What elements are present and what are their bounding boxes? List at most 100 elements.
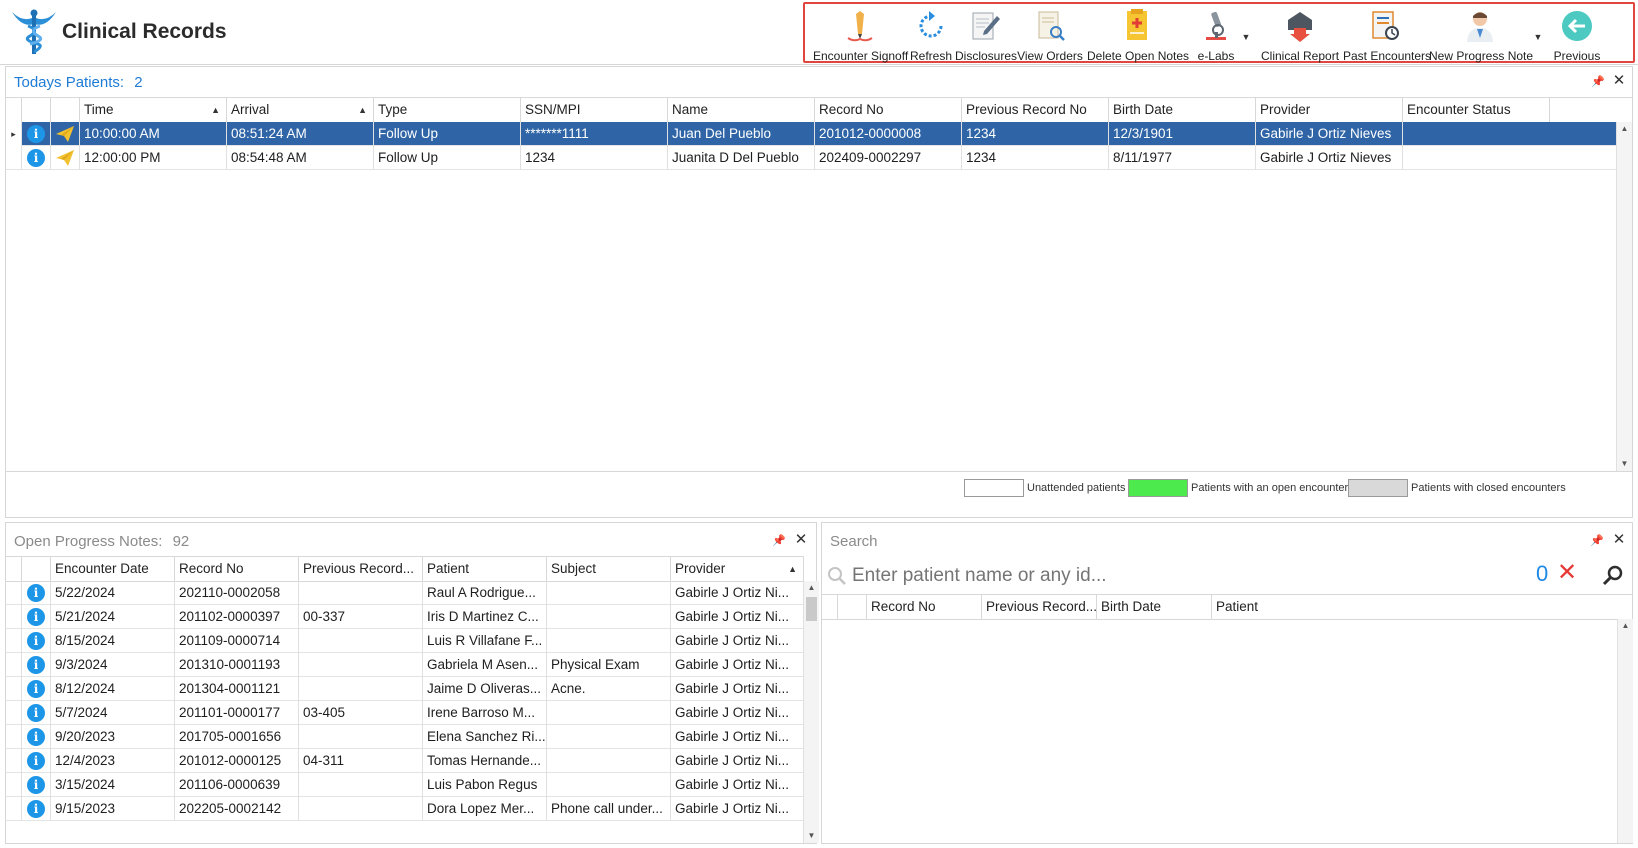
previous-record-cell — [299, 797, 423, 821]
column-header-previous-record[interactable]: Previous Record... — [982, 595, 1097, 619]
patient-search-input[interactable] — [852, 563, 1492, 589]
table-row[interactable]: i 12/4/2023 201012-0000125 04-311 Tomas Hern… — [6, 749, 804, 773]
info-cell[interactable]: i — [22, 605, 51, 629]
todays-patients-panel: Todays Patients: 2 📌 ✕ Time ▲ Arrival ▲ Ty… — [5, 66, 1633, 518]
search-go-icon[interactable] — [1602, 565, 1624, 587]
delete-open-notes-label: Delete Open Notes — [1087, 49, 1190, 63]
info-icon: i — [27, 656, 45, 674]
open-progress-notes-rows: i 5/22/2024 202110-0002058 Raul A Rodrigue.… — [6, 581, 804, 843]
column-header-patient[interactable]: Patient — [423, 557, 547, 581]
column-header-record-no[interactable]: Record No — [175, 557, 299, 581]
table-row[interactable]: i 8/15/2024 201109-0000714 Luis R Villafane… — [6, 629, 804, 653]
column-header-previous-record-no[interactable]: Previous Record No — [962, 98, 1109, 122]
todays-patients-title: Todays Patients: 2 — [14, 74, 143, 91]
info-column-header — [22, 98, 51, 122]
column-header-birth-date[interactable]: Birth Date — [1097, 595, 1212, 619]
info-cell[interactable]: i — [22, 773, 51, 797]
encounter-signoff-button[interactable]: Encounter Signoff — [813, 6, 908, 63]
record-no-cell: 201304-0001121 — [175, 677, 299, 701]
scroll-up-icon[interactable]: ▲ — [1617, 122, 1632, 136]
open-progress-notes-scrollbar[interactable]: ▲ ▼ — [803, 581, 819, 843]
close-icon[interactable]: ✕ — [794, 532, 808, 547]
todays-patients-scrollbar[interactable]: ▲ ▼ — [1616, 122, 1632, 471]
clinical-report-button[interactable]: Clinical Report — [1261, 6, 1339, 63]
info-cell[interactable]: i — [22, 581, 51, 605]
info-icon: i — [27, 704, 45, 722]
elabs-button[interactable]: e-Labs — [1193, 6, 1239, 63]
info-cell[interactable]: i — [22, 725, 51, 749]
table-row[interactable]: i 5/22/2024 202110-0002058 Raul A Rodrigue.… — [6, 581, 804, 605]
previous-record-cell: 1234 — [962, 146, 1109, 170]
table-row[interactable]: i 9/15/2023 202205-0002142 Dora Lopez Mer..… — [6, 797, 804, 821]
scroll-down-icon[interactable]: ▼ — [1617, 457, 1632, 471]
view-document-icon — [1038, 11, 1065, 41]
info-cell[interactable]: i — [22, 122, 51, 146]
clear-search-icon[interactable]: ✕ — [1557, 560, 1577, 586]
provider-cell: Gabirle J Ortiz Ni... — [671, 653, 804, 677]
record-no-cell: 202205-0002142 — [175, 797, 299, 821]
info-cell[interactable]: i — [22, 629, 51, 653]
column-header-encounter-date[interactable]: Encounter Date — [51, 557, 175, 581]
new-progress-note-dropdown-icon[interactable]: ▼ — [1533, 32, 1543, 42]
table-row[interactable]: i 5/21/2024 201102-0000397 00-337 Iris D Mar… — [6, 605, 804, 629]
search-results-scrollbar[interactable]: ▲ — [1617, 619, 1633, 843]
scroll-down-icon[interactable]: ▼ — [804, 829, 819, 843]
info-cell[interactable]: i — [22, 653, 51, 677]
info-cell[interactable]: i — [22, 797, 51, 821]
close-icon[interactable]: ✕ — [1612, 532, 1626, 547]
table-row[interactable]: i 12:00:00 PM 08:54:48 AM Follow Up 1234… — [6, 146, 1616, 170]
column-header-encounter-status[interactable]: Encounter Status — [1403, 98, 1550, 122]
previous-button[interactable]: Previous — [1553, 6, 1601, 63]
disclosures-button[interactable]: Disclosures — [955, 6, 1017, 63]
past-encounters-button[interactable]: Past Encounters — [1343, 6, 1431, 63]
scroll-up-icon[interactable]: ▲ — [804, 581, 819, 595]
subject-cell — [547, 581, 671, 605]
table-row[interactable]: ▸ i 10:00:00 AM 08:51:24 AM Follow Up **… — [6, 122, 1616, 146]
patient-cell: Gabriela M Asen... — [423, 653, 547, 677]
column-header-arrival[interactable]: Arrival ▲ — [227, 98, 374, 122]
refresh-button[interactable]: Refresh — [909, 6, 953, 63]
close-icon[interactable]: ✕ — [1612, 73, 1626, 88]
table-row[interactable]: i 8/12/2024 201304-0001121 Jaime D Oliveras… — [6, 677, 804, 701]
pin-icon[interactable]: 📌 — [772, 534, 786, 548]
column-header-time-label: Time — [84, 102, 114, 117]
todays-patients-count: 2 — [134, 74, 143, 91]
table-row[interactable]: i 3/15/2024 201106-0000639 Luis Pabon Regus… — [6, 773, 804, 797]
column-header-type[interactable]: Type — [374, 98, 521, 122]
table-row[interactable]: i 9/20/2023 201705-0001656 Elena Sanchez Ri… — [6, 725, 804, 749]
column-header-ssn[interactable]: SSN/MPI — [521, 98, 668, 122]
column-header-patient[interactable]: Patient — [1212, 595, 1632, 619]
scroll-thumb[interactable] — [806, 597, 817, 621]
scroll-up-icon[interactable]: ▲ — [1618, 619, 1633, 633]
column-header-provider[interactable]: Provider — [1256, 98, 1403, 122]
column-header-subject[interactable]: Subject — [547, 557, 671, 581]
row-indicator-cell — [6, 629, 22, 653]
previous-record-cell — [299, 677, 423, 701]
new-progress-note-button[interactable]: New Progress Note — [1429, 6, 1533, 63]
row-indicator-header — [6, 98, 22, 122]
ssn-cell: *******1111 — [521, 122, 668, 146]
column-header-provider[interactable]: Provider ▲ — [671, 557, 804, 581]
info-icon: i — [27, 752, 45, 770]
row-indicator-cell — [6, 677, 22, 701]
info-cell[interactable]: i — [22, 146, 51, 170]
info-cell[interactable]: i — [22, 677, 51, 701]
column-header-record-no[interactable]: Record No — [815, 98, 962, 122]
elabs-dropdown-icon[interactable]: ▼ — [1241, 32, 1251, 42]
pin-icon[interactable]: 📌 — [1590, 534, 1604, 548]
provider-cell: Gabirle J Ortiz Ni... — [671, 725, 804, 749]
pin-icon[interactable]: 📌 — [1591, 75, 1605, 89]
info-cell[interactable]: i — [22, 749, 51, 773]
delete-open-notes-button[interactable]: Delete Open Notes — [1087, 6, 1190, 63]
column-header-time[interactable]: Time ▲ — [80, 98, 227, 122]
table-row[interactable]: i 5/7/2024 201101-0000177 03-405 Irene Barro… — [6, 701, 804, 725]
column-header-previous-record[interactable]: Previous Record... — [299, 557, 423, 581]
ssn-cell: 1234 — [521, 146, 668, 170]
info-cell[interactable]: i — [22, 701, 51, 725]
table-row[interactable]: i 9/3/2024 201310-0001193 Gabriela M Asen..… — [6, 653, 804, 677]
column-header-birth-date[interactable]: Birth Date — [1109, 98, 1256, 122]
subject-cell — [547, 773, 671, 797]
view-orders-button[interactable]: View Orders — [1017, 6, 1083, 63]
column-header-name[interactable]: Name — [668, 98, 815, 122]
column-header-record-no[interactable]: Record No — [867, 595, 982, 619]
